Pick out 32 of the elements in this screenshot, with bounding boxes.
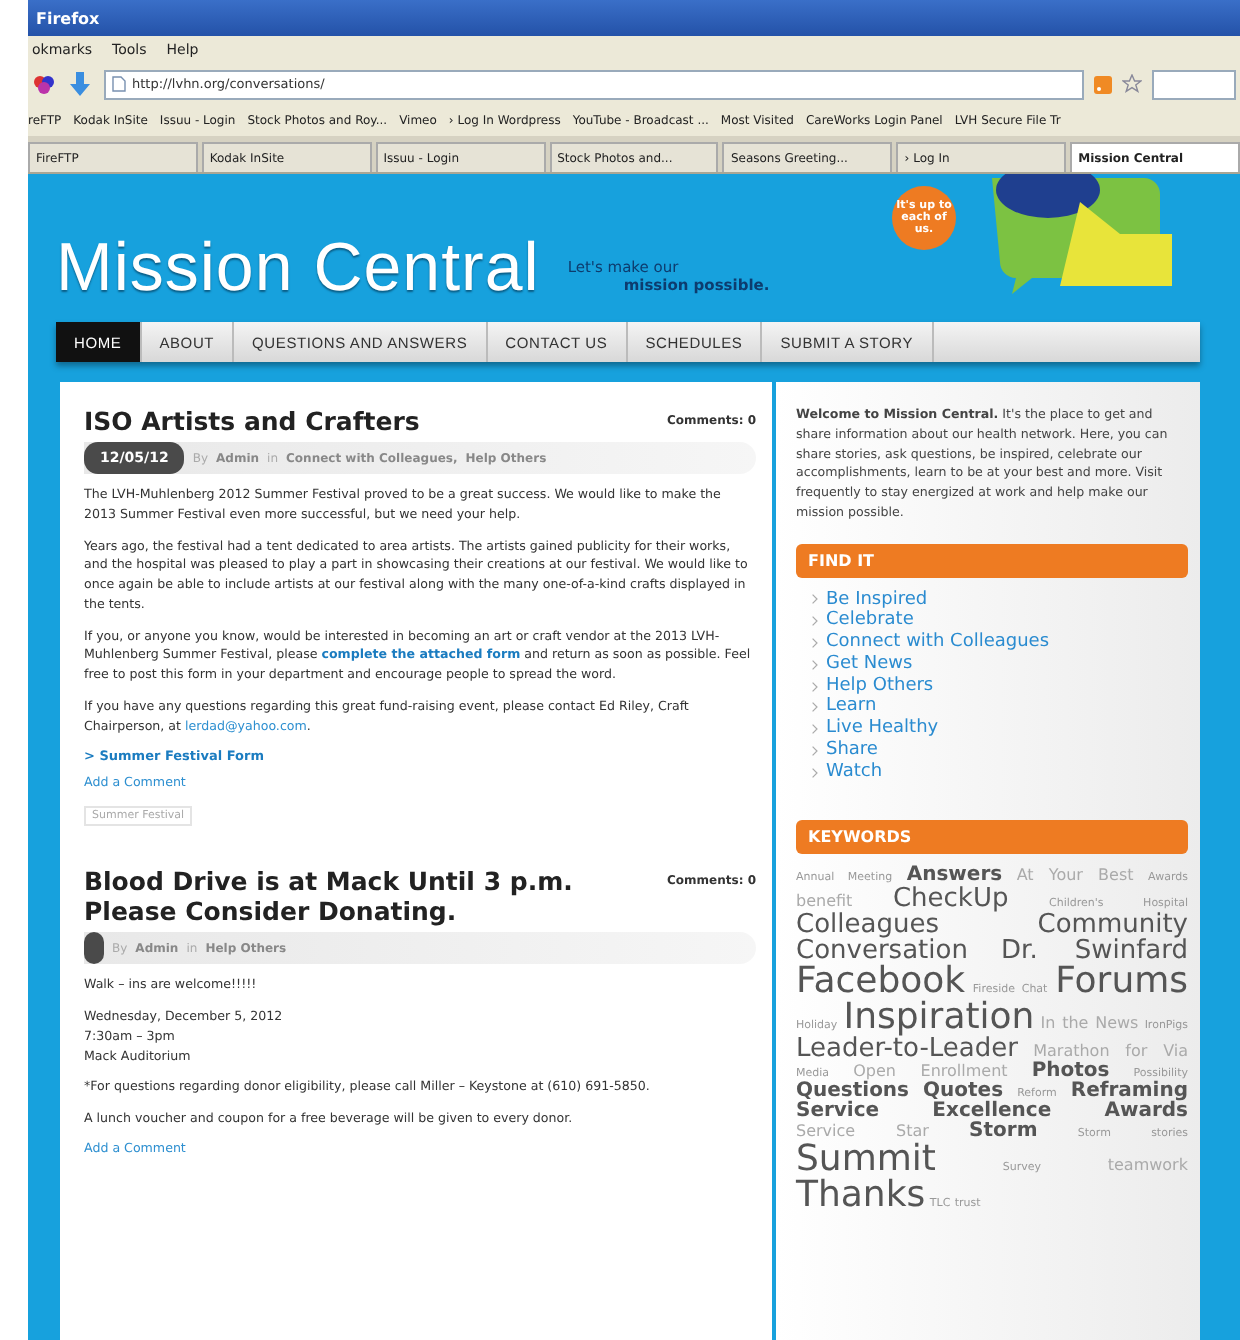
find-it-link[interactable]: Share <box>812 740 1188 762</box>
keyword-link[interactable]: Reframing <box>1070 1079 1189 1102</box>
find-it-link[interactable]: Get News <box>812 653 1188 676</box>
keyword-link[interactable]: Community <box>1037 909 1188 940</box>
keyword-link[interactable]: Answers <box>906 863 1003 886</box>
keyword-link[interactable]: Questions <box>796 1079 910 1102</box>
find-it-link[interactable]: Watch <box>812 761 1188 784</box>
keyword-link[interactable]: Service Excellence Awards <box>796 1099 1188 1122</box>
page-icon <box>112 76 126 92</box>
keyword-link[interactable]: CheckUp <box>892 883 1009 914</box>
date-badge <box>84 932 104 965</box>
post-title[interactable]: ISO Artists and Crafters <box>84 406 420 436</box>
find-it-link[interactable]: Be Inspired <box>812 589 1188 611</box>
keyword-link[interactable]: Photos <box>1031 1059 1110 1082</box>
find-it-link[interactable]: Help Others <box>812 675 1188 697</box>
post-title[interactable]: Blood Drive is at Mack Until 3 p.m. Please Consider Donating. <box>84 866 648 927</box>
download-arrow-icon[interactable] <box>66 70 94 98</box>
find-it-link[interactable]: Learn <box>812 696 1188 719</box>
find-it-link[interactable]: Connect with Colleagues <box>812 632 1188 654</box>
find-it-link[interactable]: Live Healthy <box>812 718 1188 741</box>
section-heading: KEYWORDS <box>796 819 1188 854</box>
find-it-link[interactable]: Celebrate <box>812 610 1188 633</box>
keyword-link[interactable]: Storm <box>969 1119 1038 1142</box>
colored-dots-icon[interactable] <box>32 72 56 96</box>
section-heading: FIND IT <box>796 543 1188 577</box>
keyword-link[interactable]: Quotes <box>923 1079 1004 1102</box>
rss-icon[interactable] <box>1094 75 1112 93</box>
search-field[interactable] <box>1152 69 1236 99</box>
keyword-link[interactable]: Colleagues <box>796 909 939 940</box>
star-icon[interactable] <box>1122 74 1142 94</box>
window-title: Firefox <box>36 9 100 27</box>
keyword-link[interactable]: Leader-to-Leader <box>796 1033 1018 1064</box>
